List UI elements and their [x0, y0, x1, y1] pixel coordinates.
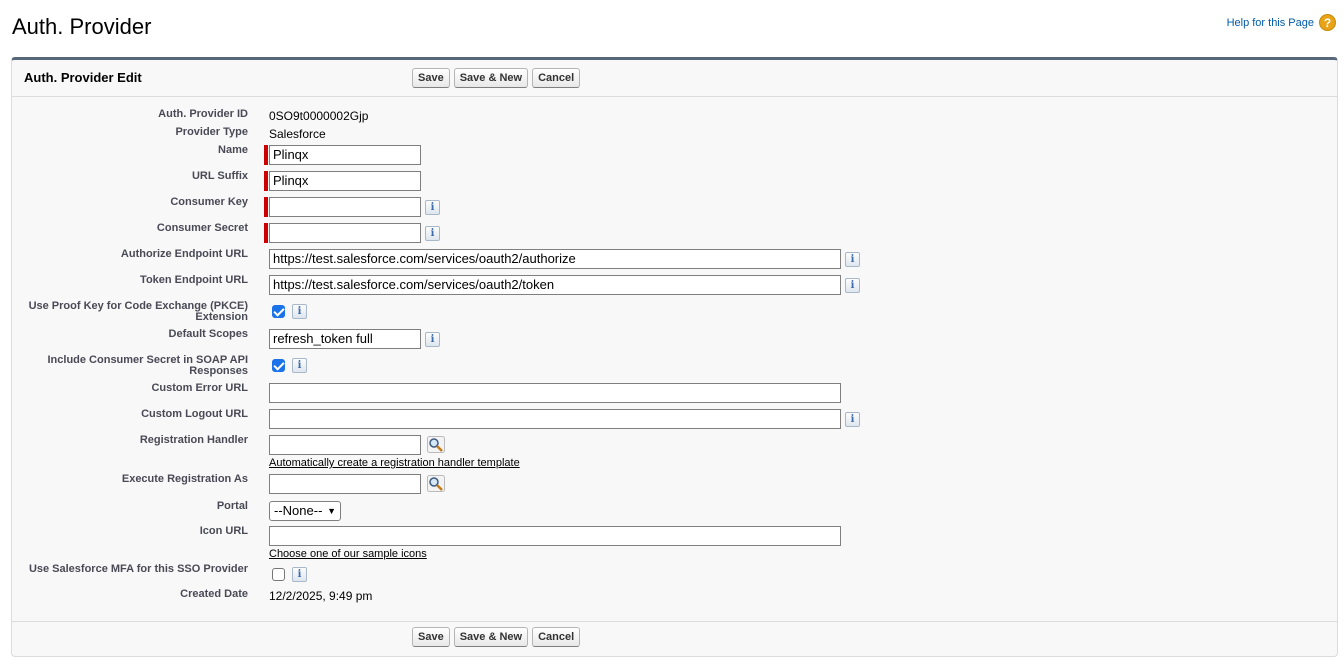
url-suffix-label: URL Suffix — [191, 170, 248, 182]
token-url-label: Token Endpoint URL — [140, 274, 248, 286]
info-icon[interactable]: i — [845, 252, 860, 267]
icon-url-input[interactable] — [269, 526, 841, 546]
name-input[interactable]: Plinqx — [269, 145, 421, 165]
top-button-row: Save Save & New Cancel — [412, 68, 581, 88]
registration-handler-label: Registration Handler — [139, 434, 248, 446]
edit-panel: Auth. Provider Edit Save Save & New Canc… — [11, 57, 1338, 657]
token-url-input[interactable]: https://test.salesforce.com/services/oau… — [269, 275, 841, 295]
authorize-url-input[interactable]: https://test.salesforce.com/services/oau… — [269, 249, 841, 269]
help-link[interactable]: Help for this Page — [1227, 17, 1314, 29]
name-label: Name — [218, 144, 248, 156]
execute-as-label: Execute Registration As — [121, 473, 248, 485]
info-icon[interactable]: i — [292, 358, 307, 373]
custom-error-url-input[interactable] — [269, 383, 841, 403]
required-indicator — [264, 145, 268, 165]
page-title: Auth. Provider — [12, 14, 152, 39]
default-scopes-label: Default Scopes — [168, 328, 248, 340]
info-icon[interactable]: i — [425, 226, 440, 241]
include-secret-label-line2: Responses — [189, 365, 248, 377]
default-scopes-input[interactable]: refresh_token full — [269, 329, 421, 349]
panel-header: Auth. Provider Edit Save Save & New Canc… — [12, 60, 1337, 97]
provider-id-label: Auth. Provider ID — [158, 108, 248, 120]
save-new-button[interactable]: Save & New — [453, 627, 529, 647]
execute-as-input[interactable] — [269, 474, 421, 494]
sample-icons-link[interactable]: Choose one of our sample icons — [269, 548, 427, 560]
created-date-value: 12/2/2025, 9:49 pm — [269, 589, 373, 603]
question-icon[interactable]: ? — [1319, 14, 1336, 31]
consumer-key-input[interactable] — [269, 197, 421, 217]
save-button[interactable]: Save — [412, 627, 450, 647]
portal-selected-value: --None-- — [274, 503, 323, 518]
create-handler-template-link[interactable]: Automatically create a registration hand… — [269, 457, 520, 469]
save-button[interactable]: Save — [412, 68, 450, 88]
portal-label: Portal — [216, 500, 248, 512]
cancel-button[interactable]: Cancel — [532, 627, 581, 647]
use-mfa-label: Use Salesforce MFA for this SSO Provider — [28, 563, 248, 575]
cancel-button[interactable]: Cancel — [532, 68, 581, 88]
use-mfa-checkbox[interactable] — [272, 568, 285, 581]
info-icon[interactable]: i — [425, 200, 440, 215]
required-indicator — [264, 223, 268, 243]
help-area: Help for this Page ? — [1227, 14, 1336, 31]
pkce-label-line2: Extension — [195, 311, 248, 323]
info-icon[interactable]: i — [292, 567, 307, 582]
lookup-icon[interactable] — [427, 436, 445, 453]
bottom-button-row: Save Save & New Cancel — [412, 627, 581, 647]
provider-id-value: 0SO9t0000002Gjp — [269, 109, 369, 123]
authorize-url-label: Authorize Endpoint URL — [120, 248, 248, 260]
custom-logout-url-input[interactable] — [269, 409, 841, 429]
include-secret-label: Include Consumer Secret in SOAP API Resp… — [18, 355, 249, 377]
panel-footer: Save Save & New Cancel — [12, 621, 1337, 656]
pkce-checkbox[interactable] — [272, 305, 285, 318]
info-icon[interactable]: i — [845, 278, 860, 293]
consumer-key-label: Consumer Key — [170, 196, 248, 208]
pkce-label: Use Proof Key for Code Exchange (PKCE) E… — [18, 301, 248, 323]
provider-type-label: Provider Type — [175, 126, 248, 138]
created-date-label: Created Date — [180, 588, 248, 600]
custom-logout-url-label: Custom Logout URL — [141, 408, 248, 420]
include-secret-checkbox[interactable] — [272, 359, 285, 372]
chevron-down-icon: ▼ — [327, 506, 336, 516]
info-icon[interactable]: i — [292, 304, 307, 319]
registration-handler-input[interactable] — [269, 435, 421, 455]
lookup-icon[interactable] — [427, 475, 445, 492]
required-indicator — [264, 197, 268, 217]
portal-select[interactable]: --None-- ▼ — [269, 501, 341, 521]
panel-title: Auth. Provider Edit — [24, 70, 142, 85]
consumer-secret-label: Consumer Secret — [156, 222, 248, 234]
consumer-secret-input[interactable] — [269, 223, 421, 243]
required-indicator — [264, 171, 268, 191]
info-icon[interactable]: i — [845, 412, 860, 427]
provider-type-value: Salesforce — [269, 127, 326, 141]
url-suffix-input[interactable]: Plinqx — [269, 171, 421, 191]
custom-error-url-label: Custom Error URL — [151, 382, 248, 394]
save-new-button[interactable]: Save & New — [453, 68, 529, 88]
icon-url-label: Icon URL — [199, 525, 248, 537]
info-icon[interactable]: i — [425, 332, 440, 347]
